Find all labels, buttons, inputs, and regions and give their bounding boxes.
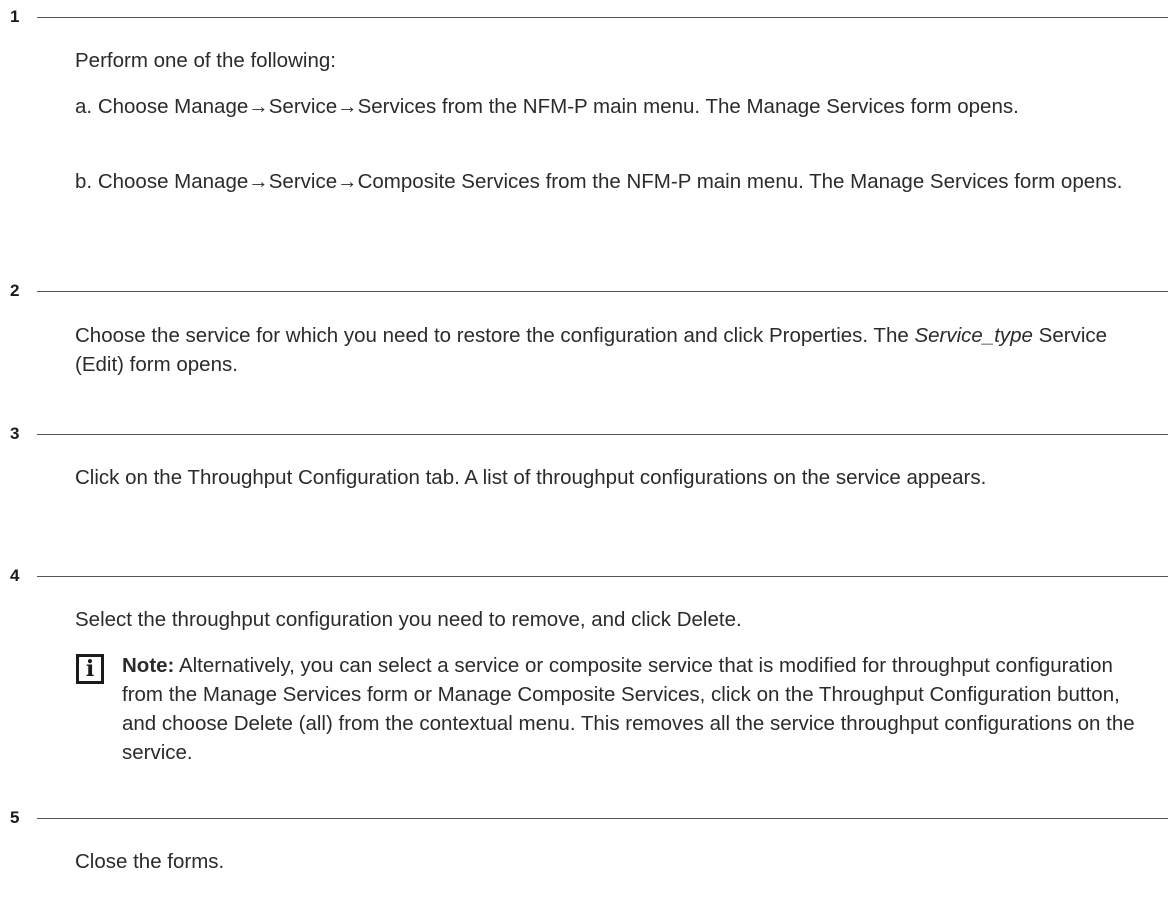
step-number: 3 [10, 424, 20, 443]
step-divider [37, 17, 1168, 18]
step-3-text: Click on the Throughput Configuration ta… [75, 466, 987, 489]
step-1-intro: Perform one of the following: [75, 49, 336, 72]
service-type-term: Service_type [914, 324, 1033, 347]
step-1-item-a: a. Choose Manage→Service→Services from t… [75, 92, 1166, 121]
step-number: 2 [10, 281, 20, 300]
step-number: 5 [10, 808, 20, 827]
item-text: Choose Manage→Service→Composite Services… [97, 170, 1123, 193]
info-icon: i [76, 654, 104, 684]
step-divider [37, 434, 1168, 435]
item-text: Choose Manage→Service→Services from the … [97, 95, 1019, 118]
step-2-text: Choose the service for which you need to… [75, 321, 1145, 379]
step-divider [37, 818, 1168, 819]
note-label: Note: [122, 654, 175, 677]
step-divider [37, 576, 1168, 577]
step-divider [37, 291, 1168, 292]
step-number: 1 [10, 7, 20, 26]
step-1-item-b: b. Choose Manage→Service→Composite Servi… [75, 167, 1166, 196]
step-2-text-before: Choose the service for which you need to… [75, 324, 915, 347]
step-number: 4 [10, 566, 20, 585]
note-body: Alternatively, you can select a service … [122, 654, 1135, 764]
note-text: Note: Alternatively, you can select a se… [122, 651, 1142, 767]
item-marker: b. [75, 170, 93, 193]
step-4-text: Select the throughput configuration you … [75, 608, 742, 631]
step-5-text: Close the forms. [75, 850, 225, 873]
item-marker: a. [75, 95, 93, 118]
